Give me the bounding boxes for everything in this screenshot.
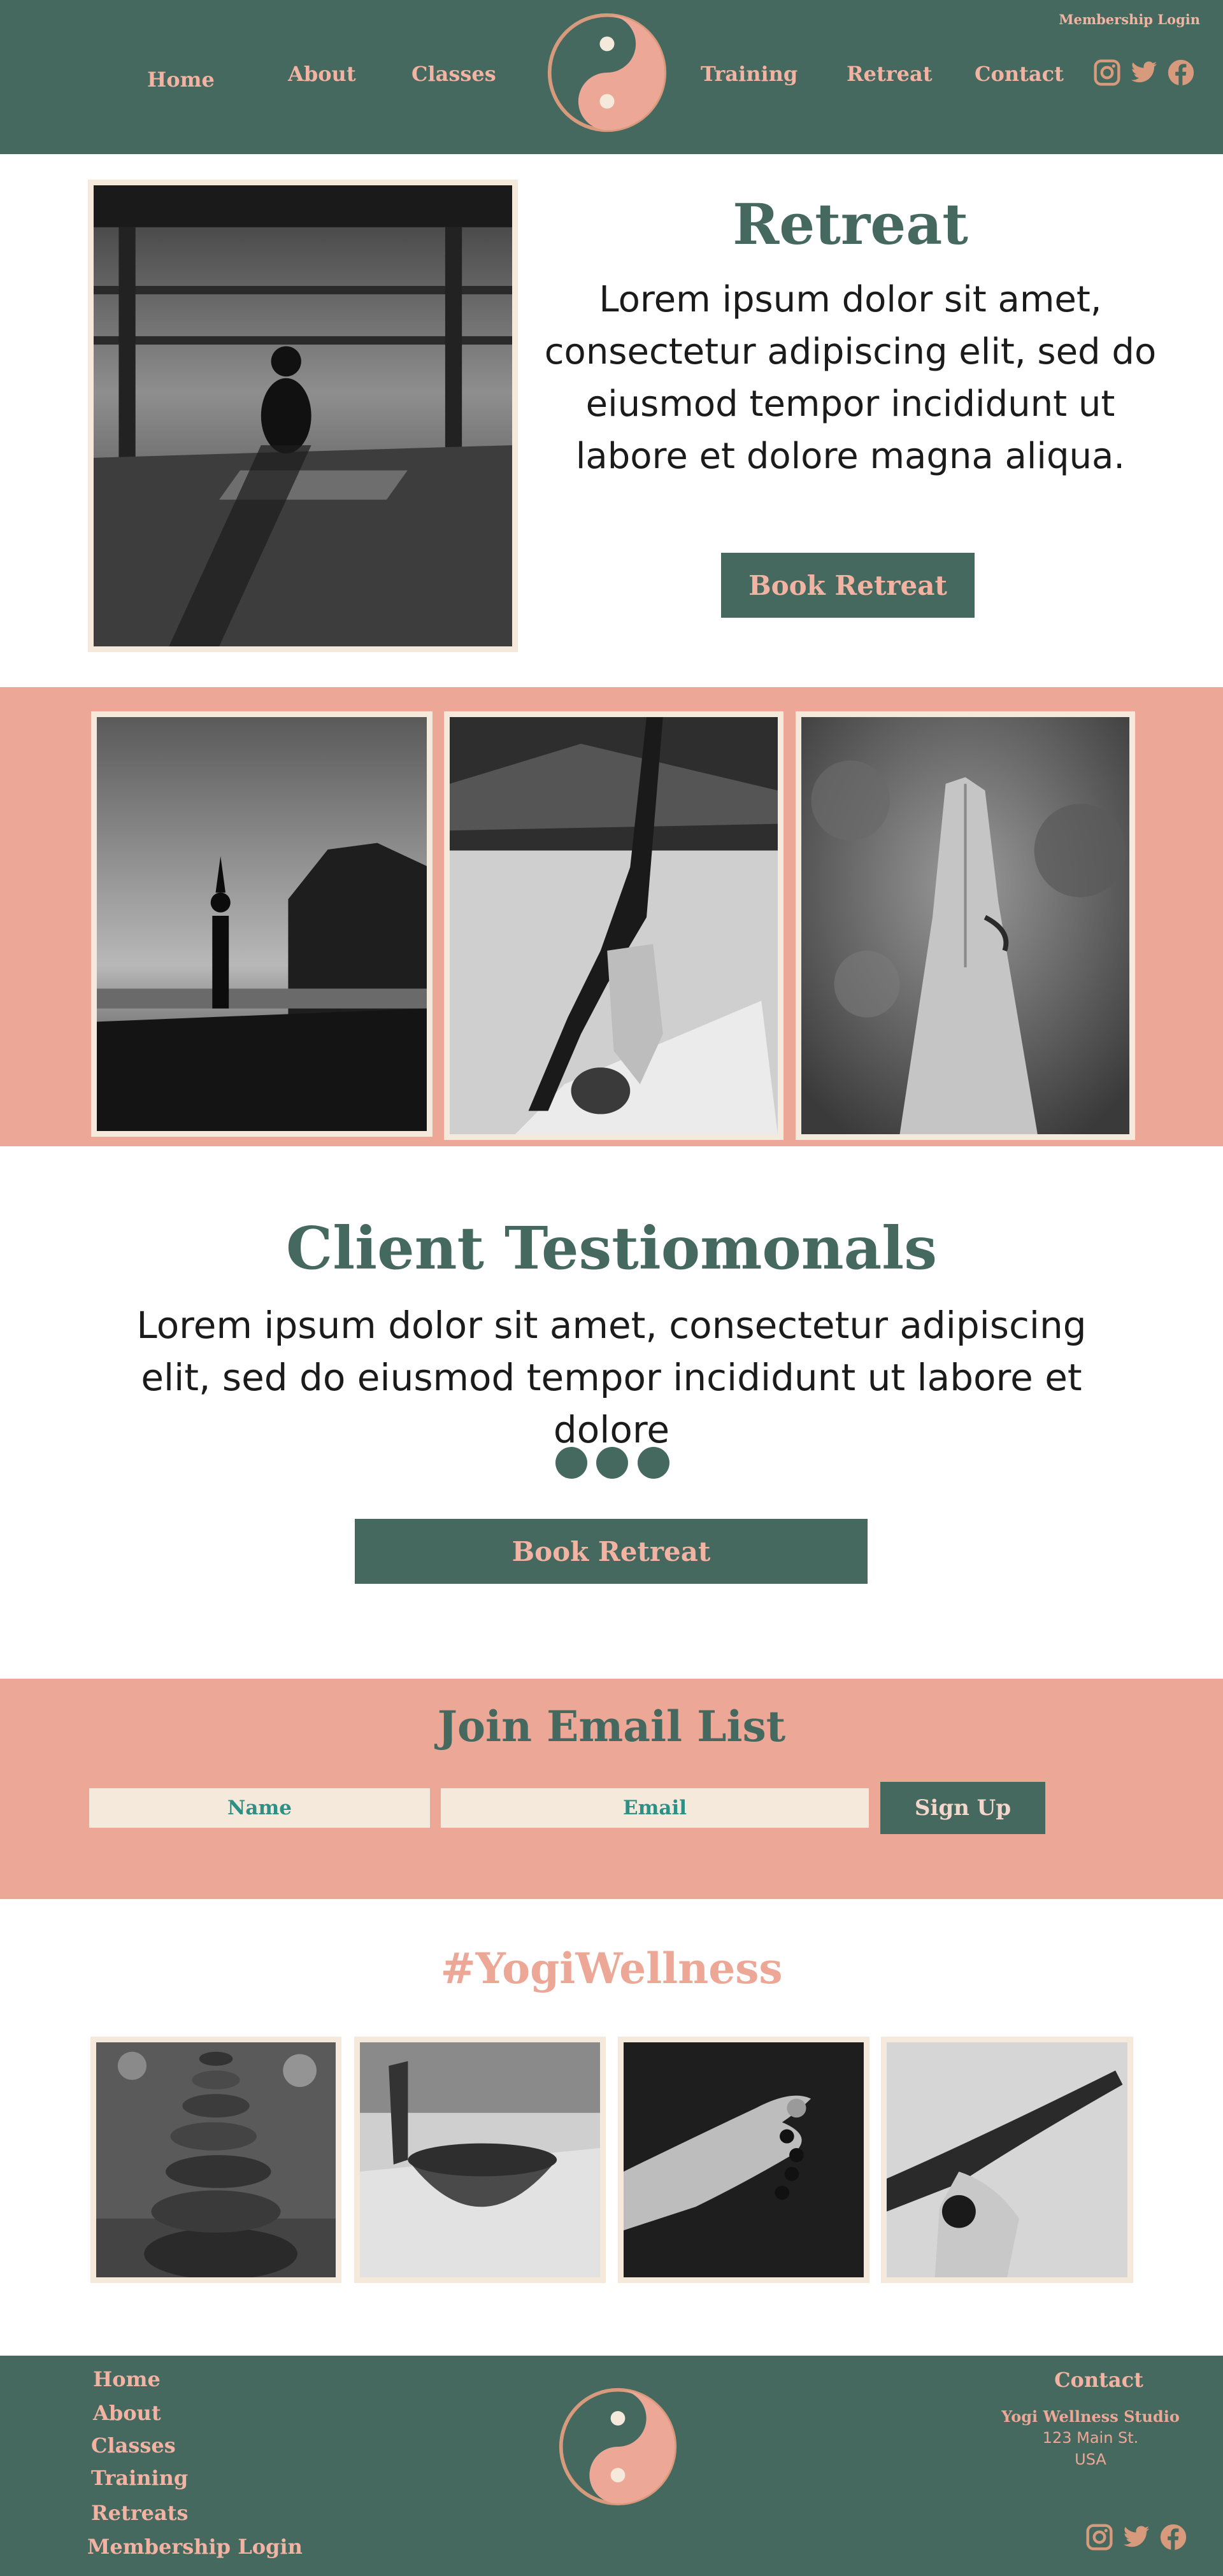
nav-retreat[interactable]: Retreat bbox=[847, 62, 932, 86]
facebook-icon[interactable] bbox=[1167, 59, 1195, 87]
twitter-icon[interactable] bbox=[1122, 2523, 1150, 2551]
beach-tree-pose-photo bbox=[91, 711, 433, 1137]
facebook-icon[interactable] bbox=[1159, 2523, 1187, 2551]
footer-link-classes[interactable]: Classes bbox=[91, 2433, 176, 2458]
hashtag-title: #YogiWellness bbox=[440, 1944, 783, 1993]
studio-name: Yogi Wellness Studio bbox=[1001, 2407, 1180, 2426]
nav-about[interactable]: About bbox=[288, 62, 356, 86]
nav-training[interactable]: Training bbox=[701, 62, 797, 86]
sign-up-button[interactable]: Sign Up bbox=[880, 1782, 1045, 1834]
retreat-description: Lorem ipsum dolor sit amet, consectetur … bbox=[544, 279, 1157, 477]
retreat-photo bbox=[88, 180, 518, 652]
yin-yang-icon[interactable] bbox=[546, 11, 668, 134]
footer-link-training[interactable]: Training bbox=[91, 2466, 188, 2490]
prayer-hands-photo bbox=[796, 711, 1135, 1140]
carousel-dot-3[interactable] bbox=[638, 1447, 669, 1479]
instagram-icon[interactable] bbox=[1085, 2523, 1113, 2551]
retreat-title: Retreat bbox=[733, 191, 968, 257]
testimonial-text: Lorem ipsum dolor sit amet, consectetur … bbox=[136, 1304, 1087, 1451]
book-retreat-button[interactable]: Book Retreat bbox=[721, 553, 975, 618]
singing-bowl-photo bbox=[354, 2037, 606, 2283]
carousel-dot-1[interactable] bbox=[555, 1447, 587, 1479]
footer-social-icons bbox=[1085, 2523, 1187, 2551]
email-list-title: Join Email List bbox=[437, 1702, 786, 1751]
studio-country: USA bbox=[1075, 2451, 1106, 2468]
stacked-stones-photo bbox=[90, 2037, 341, 2283]
footer-yin-yang-icon bbox=[557, 2386, 678, 2507]
downward-dog-photo bbox=[444, 711, 783, 1140]
mudra-hand-photo bbox=[618, 2037, 869, 2283]
footer-link-retreats[interactable]: Retreats bbox=[91, 2501, 188, 2525]
email-input[interactable] bbox=[441, 1788, 869, 1828]
studio-street: 123 Main St. bbox=[1042, 2429, 1139, 2447]
footer-contact-title: Contact bbox=[1054, 2368, 1143, 2392]
footer-link-membership-login[interactable]: Membership Login bbox=[87, 2535, 303, 2559]
membership-login-link[interactable]: Membership Login bbox=[1059, 11, 1200, 27]
testimonials-book-retreat-button[interactable]: Book Retreat bbox=[355, 1519, 868, 1584]
header-social-icons bbox=[1093, 59, 1195, 87]
twitter-icon[interactable] bbox=[1130, 59, 1158, 87]
footer-link-home[interactable]: Home bbox=[93, 2367, 161, 2391]
footer-link-about[interactable]: About bbox=[93, 2401, 161, 2425]
side-stretch-photo bbox=[881, 2037, 1133, 2283]
nav-classes[interactable]: Classes bbox=[411, 62, 496, 86]
nav-home[interactable]: Home bbox=[147, 68, 215, 92]
nav-contact[interactable]: Contact bbox=[975, 62, 1064, 86]
site-header: Membership Login Home About Classes Trai… bbox=[0, 0, 1223, 154]
testimonials-title: Client Testiomonals bbox=[285, 1214, 938, 1283]
name-input[interactable] bbox=[89, 1788, 430, 1828]
carousel-dot-2[interactable] bbox=[596, 1447, 628, 1479]
instagram-icon[interactable] bbox=[1093, 59, 1121, 87]
